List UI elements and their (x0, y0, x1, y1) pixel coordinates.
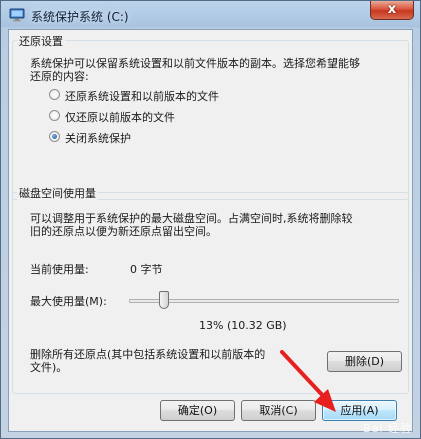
ok-button[interactable]: 确定(O) (160, 400, 235, 421)
radio-button[interactable] (49, 89, 60, 100)
restore-settings-group: 还原设置 系统保护可以保留系统设置和以前文件版本的副本。选择您希望能够 还原的内… (12, 33, 409, 200)
computer-shield-icon (9, 8, 25, 22)
disk-usage-title: 磁盘空间使用量 (17, 185, 98, 201)
radio-button-selected[interactable] (49, 131, 60, 142)
delete-button[interactable]: 删除(D) (327, 351, 402, 372)
apply-button[interactable]: 应用(A) (322, 400, 397, 421)
current-usage-label: 当前使用量: (30, 263, 89, 276)
restore-settings-title: 还原设置 (17, 33, 65, 49)
radio-button[interactable] (49, 110, 60, 121)
close-button[interactable]: x (370, 1, 414, 20)
disk-description-line2: 旧的还原点以便为新还原点留出空间。 (30, 225, 217, 238)
max-usage-value: 13% (10.32 GB) (199, 319, 287, 332)
radio-label: 仅还原以前版本的文件 (65, 111, 175, 124)
max-usage-label: 最大使用量(M): (30, 295, 107, 308)
radio-label: 关闭系统保护 (65, 132, 131, 145)
delete-restore-points-text-line2: 文件)。 (30, 361, 68, 374)
restore-description-line2: 还原的内容: (30, 70, 89, 83)
dialog-client-area: 还原设置 系统保护可以保留系统设置和以前文件版本的副本。选择您希望能够 还原的内… (8, 29, 413, 432)
disk-usage-group: 磁盘空间使用量 可以调整用于系统保护的最大磁盘空间。占满空间时,系统将删除较 旧… (12, 185, 409, 394)
max-usage-slider-track[interactable] (129, 299, 399, 303)
watermark-text: Bai 经验 (363, 422, 412, 435)
close-icon: x (387, 2, 397, 17)
title-bar[interactable]: 系统保护系统 (C:) x (1, 1, 420, 29)
current-usage-value: 0 字节 (130, 263, 163, 276)
cancel-button[interactable]: 取消(C) (241, 400, 316, 421)
max-usage-slider-thumb[interactable] (159, 291, 169, 309)
window-title: 系统保护系统 (C:) (31, 10, 129, 24)
dialog-window: 系统保护系统 (C:) x 还原设置 系统保护可以保留系统设置和以前文件版本的副… (0, 0, 421, 439)
radio-label: 还原系统设置和以前版本的文件 (65, 90, 219, 103)
